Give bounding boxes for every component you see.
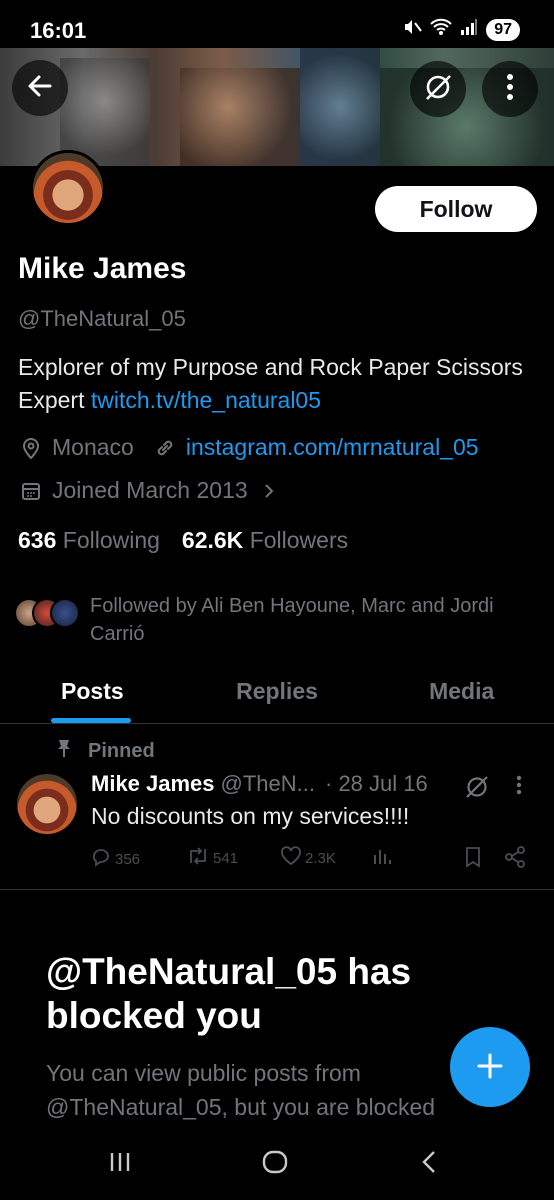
- repost-count: 541: [213, 849, 239, 867]
- pin-icon: [56, 738, 72, 764]
- profile-display-name: Mike James: [18, 252, 187, 285]
- bookmark-button[interactable]: [464, 846, 482, 872]
- joined-text: Joined March 2013: [52, 477, 248, 503]
- repost-icon: [186, 846, 210, 870]
- post-grok-icon[interactable]: [464, 774, 490, 805]
- back-arrow-icon: [26, 72, 54, 105]
- followed-by-avatars: [14, 592, 86, 632]
- wifi-icon: [430, 18, 452, 41]
- followed-by-text: Followed by Ali Ben Hayoune, Marc and Jo…: [90, 595, 494, 645]
- follower-avatar: [50, 598, 80, 628]
- active-tab-indicator: [51, 718, 131, 723]
- tab-posts[interactable]: Posts: [0, 668, 185, 723]
- compose-button[interactable]: [450, 1027, 530, 1107]
- back-nav-icon[interactable]: [420, 1150, 438, 1179]
- post-author-name[interactable]: Mike James: [91, 771, 215, 797]
- plus-icon: [475, 1042, 505, 1092]
- profile-bio: Explorer of my Purpose and Rock Paper Sc…: [18, 351, 538, 417]
- signal-icon: [460, 19, 478, 40]
- more-options-button[interactable]: [482, 61, 538, 117]
- post-avatar[interactable]: [17, 774, 77, 834]
- profile-handle: @TheNatural_05: [18, 306, 186, 331]
- blocked-body: You can view public posts from @TheNatur…: [46, 1060, 436, 1130]
- like-count: 2.3K: [305, 849, 336, 867]
- like-button[interactable]: 2.3K: [280, 846, 336, 870]
- pinned-label-row: Pinned: [56, 738, 155, 764]
- reply-icon: [90, 846, 112, 872]
- location-text: Monaco: [52, 434, 134, 460]
- views-button[interactable]: [372, 846, 392, 870]
- following-label: Following: [62, 527, 160, 553]
- mute-icon: [402, 17, 423, 42]
- heart-icon: [280, 846, 302, 870]
- website-link[interactable]: instagram.com/mrnatural_05: [186, 434, 479, 461]
- grok-button[interactable]: [410, 61, 466, 117]
- section-divider: [0, 889, 554, 890]
- following-count-link[interactable]: 636 Following: [18, 527, 160, 554]
- post-header: Mike James @TheN... · 28 Jul 16: [91, 771, 428, 797]
- followed-by[interactable]: Followed by Ali Ben Hayoune, Marc and Jo…: [14, 592, 534, 648]
- bookmark-icon: [464, 846, 482, 872]
- tab-media[interactable]: Media: [369, 668, 554, 723]
- recent-apps-icon[interactable]: [108, 1150, 132, 1179]
- back-button[interactable]: [12, 60, 68, 116]
- blocked-title: @TheNatural_05 has blocked you: [46, 951, 412, 1036]
- share-icon: [504, 846, 526, 872]
- post-actions: 356 541 2.3K: [90, 846, 530, 872]
- follow-counts: 636 Following 62.6K Followers: [18, 527, 348, 554]
- analytics-icon: [372, 846, 392, 870]
- status-bar: 16:01 97: [0, 0, 554, 48]
- follow-button[interactable]: Follow: [375, 186, 537, 232]
- calendar-icon: [18, 480, 44, 502]
- home-icon[interactable]: [262, 1150, 288, 1179]
- followers-label: Followers: [249, 527, 349, 553]
- bio-link[interactable]: twitch.tv/the_natural05: [91, 387, 321, 413]
- repost-button[interactable]: 541: [186, 846, 238, 870]
- followers-count: 62.6K: [181, 527, 244, 553]
- following-count: 636: [18, 527, 57, 553]
- profile-tabs: Posts Replies Media: [0, 668, 554, 724]
- post-author-handle: @TheN...: [220, 771, 315, 796]
- link-icon: [152, 437, 178, 459]
- tab-replies[interactable]: Replies: [185, 668, 370, 723]
- system-nav-bar: [0, 1130, 554, 1200]
- profile-avatar[interactable]: [30, 150, 106, 226]
- profile-meta-location: Monaco instagram.com/mrnatural_05: [18, 434, 479, 461]
- post-date: · 28 Jul 16: [325, 771, 428, 796]
- location-pin-icon: [18, 437, 44, 459]
- post-more-icon[interactable]: [516, 774, 522, 802]
- post-text: No discounts on my services!!!!: [91, 803, 410, 829]
- status-icons: 97: [402, 17, 520, 42]
- share-button[interactable]: [504, 846, 526, 872]
- reply-button[interactable]: 356: [90, 846, 140, 872]
- grok-icon: [423, 72, 453, 107]
- profile-banner: [0, 48, 554, 166]
- chevron-right-icon: [256, 482, 282, 500]
- profile-meta-joined[interactable]: Joined March 2013: [18, 477, 290, 504]
- more-vertical-icon: [506, 73, 514, 106]
- pinned-label: Pinned: [88, 739, 155, 762]
- followers-count-link[interactable]: 62.6K Followers: [182, 527, 348, 554]
- battery-indicator: 97: [486, 18, 520, 41]
- status-time: 16:01: [30, 18, 87, 43]
- reply-count: 356: [115, 850, 141, 868]
